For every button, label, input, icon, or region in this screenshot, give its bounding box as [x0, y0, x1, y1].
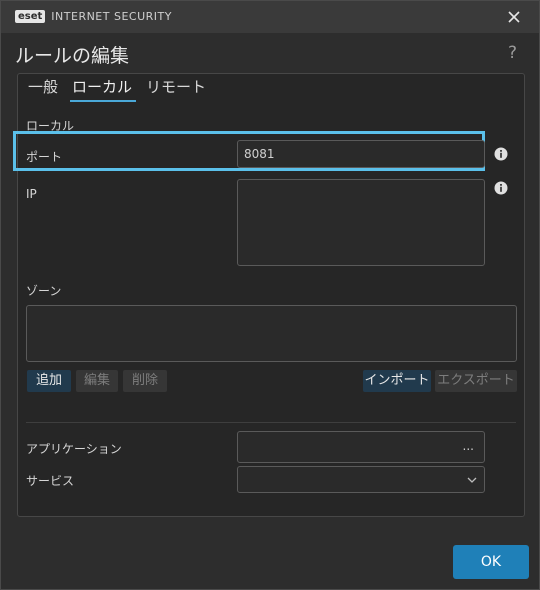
close-icon [508, 11, 520, 23]
rule-panel: 一般 ローカル リモート ローカル ポート 8081 IP ゾーン 追加 編集 … [13, 73, 525, 517]
tab-local[interactable]: ローカル [70, 76, 137, 102]
application-input[interactable]: ... [237, 431, 485, 463]
import-button[interactable]: インポート [363, 370, 431, 392]
add-button[interactable]: 追加 [27, 370, 71, 392]
ok-button[interactable]: OK [453, 545, 529, 579]
tab-remote[interactable]: リモート [144, 76, 210, 102]
tab-bar: 一般 ローカル リモート [26, 76, 218, 102]
zone-label: ゾーン [26, 284, 62, 298]
logo-badge: eset [15, 10, 46, 23]
service-label: サービス [26, 474, 75, 488]
service-select[interactable] [237, 466, 485, 493]
application-label: アプリケーション [26, 442, 122, 456]
ip-textarea[interactable] [237, 179, 485, 266]
browse-button[interactable]: ... [463, 439, 474, 453]
delete-button[interactable]: 削除 [123, 370, 167, 392]
export-button[interactable]: エクスポート [435, 370, 517, 392]
tab-general[interactable]: 一般 [26, 76, 62, 102]
chevron-down-icon [467, 477, 477, 483]
port-label: ポート [26, 150, 63, 164]
info-icon[interactable] [494, 181, 508, 195]
port-input[interactable]: 8081 [237, 140, 485, 168]
dialog-title: ルールの編集 [15, 45, 130, 67]
edit-button[interactable]: 編集 [76, 370, 118, 392]
zone-list[interactable] [26, 305, 517, 362]
ip-label: IP [26, 187, 37, 201]
product-name: INTERNET SECURITY [51, 10, 172, 23]
section-divider [26, 422, 516, 423]
info-icon[interactable] [494, 147, 508, 161]
title-bar: eset INTERNET SECURITY [1, 1, 539, 33]
rule-edit-dialog: eset INTERNET SECURITY ルールの編集 ? 一般 ローカル … [0, 0, 540, 590]
eset-logo: eset INTERNET SECURITY [15, 10, 172, 23]
help-icon[interactable]: ? [508, 43, 517, 63]
close-button[interactable] [505, 8, 523, 26]
